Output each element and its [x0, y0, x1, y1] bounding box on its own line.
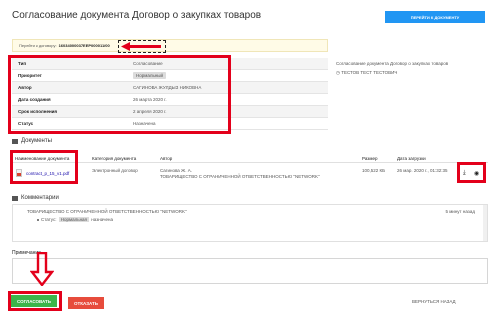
- contract-number-link[interactable]: 16034000037ЕЕР000011/00: [59, 43, 110, 48]
- reject-button[interactable]: ОТКАЗАТЬ: [68, 297, 104, 309]
- folder-icon: [12, 138, 18, 144]
- comments-scrollbar[interactable]: [483, 205, 487, 241]
- comment-status: Статус: Нормальная назначена: [37, 217, 113, 222]
- page-title: Согласование документа Договор о закупка…: [12, 10, 262, 21]
- bullet-icon: [37, 218, 39, 221]
- arrow-left-icon: [121, 42, 161, 51]
- column-uploaded: Дата загрузки: [397, 156, 426, 161]
- document-category: Электронный договор: [92, 168, 138, 173]
- clock-icon: ◷: [336, 70, 340, 75]
- comment-icon: [12, 195, 18, 201]
- document-size: 100,522 КБ: [362, 168, 386, 173]
- comment-status-old: Нормальная: [58, 217, 89, 222]
- document-author-name: Сагинова Ж. А.: [160, 168, 192, 173]
- documents-title-text: Документы: [21, 138, 52, 144]
- column-author: Автор: [160, 156, 173, 161]
- document-author-org: ТОВАРИЩЕСТВО С ОГРАНИЧЕННОЙ ОТВЕТСТВЕННО…: [160, 174, 320, 179]
- document-highlight-frame: [10, 150, 78, 184]
- back-link[interactable]: ВЕРНУТЬСЯ НАЗАД: [412, 299, 456, 304]
- approve-highlight-frame: [8, 291, 62, 311]
- comments-section-title: Комментарии: [12, 195, 59, 201]
- assignee-name: ТЕСТОВ ТЕСТ ТЕСТОВИЧ: [341, 70, 398, 75]
- documents-section-title: Документы: [12, 138, 52, 144]
- column-size: Размер: [362, 156, 378, 161]
- comment-status-label: Статус: [41, 217, 56, 222]
- divider: [12, 162, 488, 163]
- table-row: contract_p_15_v1.pdf Электронный договор…: [12, 164, 488, 182]
- side-info: Согласование документа Договор о закупка…: [336, 61, 448, 76]
- goto-document-button[interactable]: ПЕРЕЙТИ К ДОКУМЕНТУ: [385, 11, 485, 23]
- comment-status-new: назначена: [91, 217, 113, 222]
- comments-title-text: Комментарии: [21, 195, 59, 201]
- task-subject: Согласование документа Договор о закупка…: [336, 61, 449, 66]
- arrow-down-icon: [30, 252, 54, 286]
- assignee: ◷ ТЕСТОВ ТЕСТ ТЕСТОВИЧ: [336, 70, 448, 76]
- details-highlight-frame: [8, 55, 231, 134]
- actions-highlight-frame: [457, 162, 486, 183]
- document-uploaded: 26 мар. 2020 г., 01:32:35: [397, 168, 448, 173]
- column-category: Категория документа: [92, 156, 137, 161]
- documents-table-header: Наименование документа Категория докумен…: [12, 154, 488, 162]
- contract-label: Перейти к договору:: [19, 43, 57, 48]
- remark-textarea[interactable]: [12, 258, 488, 284]
- comments-list[interactable]: ТОВАРИЩЕСТВО С ОГРАНИЧЕННОЙ ОТВЕТСТВЕННО…: [12, 204, 488, 242]
- contract-bar: Перейти к договору: 16034000037ЕЕР000011…: [12, 39, 328, 53]
- comment-time: 5 минут назад: [445, 209, 475, 214]
- comment-org: ТОВАРИЩЕСТВО С ОГРАНИЧЕННОЙ ОТВЕТСТВЕННО…: [27, 209, 187, 214]
